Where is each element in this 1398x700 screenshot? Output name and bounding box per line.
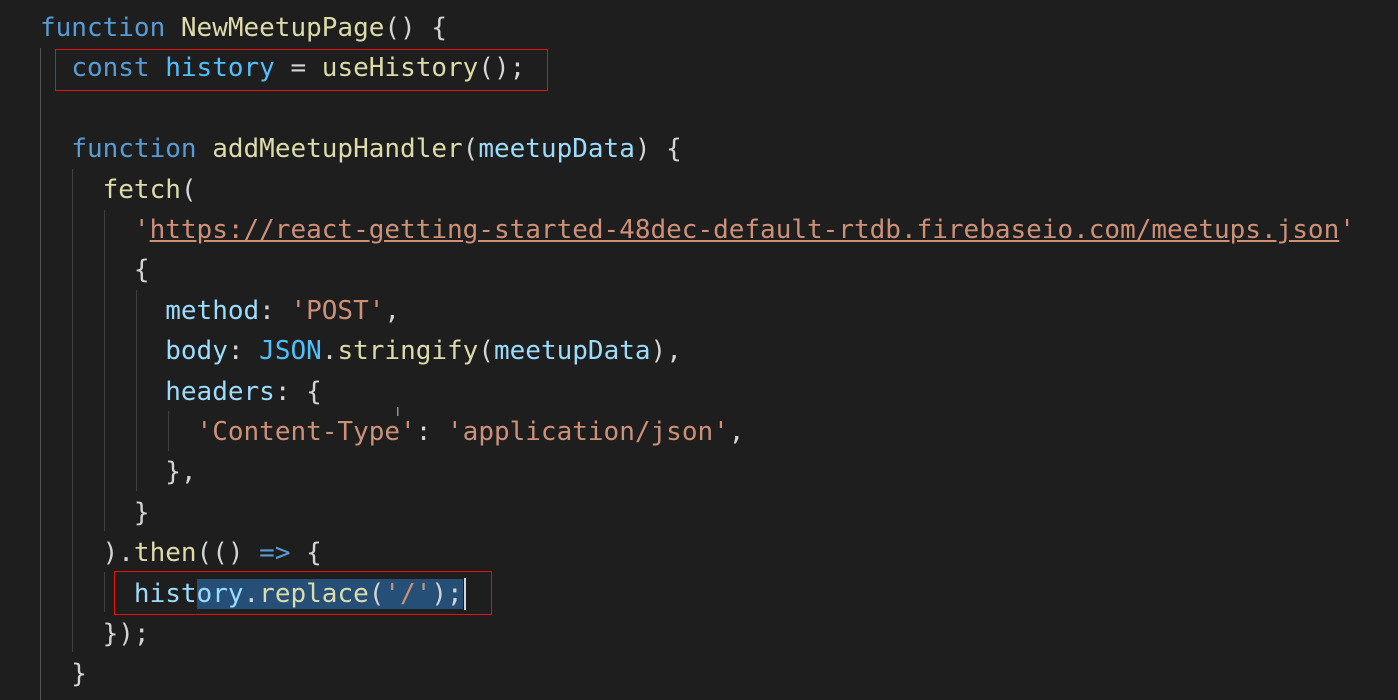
code-token: fetch: [102, 174, 181, 205]
code-token: },: [40, 457, 197, 488]
code-token: :: [227, 336, 260, 367]
code-line[interactable]: },: [40, 452, 197, 492]
code-line[interactable]: {: [40, 250, 150, 290]
code-token: (: [180, 174, 197, 205]
code-token: NewMeetupPage: [180, 13, 385, 43]
code-line[interactable]: }: [40, 493, 150, 533]
code-token: ': [1339, 215, 1355, 245]
code-token: 'Content-Type': [196, 417, 416, 447]
code-token: method: [165, 295, 260, 326]
code-token: (: [462, 134, 479, 165]
code-line[interactable]: body: JSON.stringify(meetupData),: [40, 331, 682, 371]
code-token: ).: [40, 538, 134, 569]
code-token: addMeetupHandler: [212, 134, 463, 165]
code-token: :: [415, 417, 448, 447]
code-token: ': [133, 215, 150, 245]
code-token: https://react-getting-started-48dec-defa…: [149, 215, 1340, 245]
code-line[interactable]: });: [40, 614, 150, 654]
code-line[interactable]: ).then(() => {: [40, 533, 322, 573]
code-line[interactable]: method: 'POST',: [40, 291, 400, 331]
code-token: }: [40, 659, 87, 690]
code-editor[interactable]: function NewMeetupPage() { const history…: [0, 0, 1398, 700]
code-token: 'POST': [290, 295, 385, 326]
code-token: then: [133, 538, 197, 569]
code-token: ,: [728, 417, 745, 447]
code-token: () {: [384, 13, 448, 43]
code-token: }: [40, 497, 150, 528]
code-token: (: [478, 336, 494, 367]
code-token: ) {: [634, 134, 682, 165]
code-token: .: [321, 336, 338, 367]
code-token: meetupData: [494, 336, 651, 367]
code-line[interactable]: function NewMeetupPage() {: [40, 8, 447, 48]
code-line[interactable]: 'Content-Type': 'application/json',: [40, 412, 745, 452]
code-token: stringify: [337, 336, 479, 367]
code-line[interactable]: 'https://react-getting-started-48dec-def…: [40, 210, 1355, 250]
code-token: {: [40, 255, 150, 286]
code-token: ,: [384, 295, 401, 326]
code-line[interactable]: fetch(: [40, 170, 197, 210]
code-token: body: [165, 336, 228, 367]
code-token: meetupData: [478, 134, 635, 165]
code-token: : {: [274, 376, 322, 407]
code-token: 'application/json': [447, 417, 729, 447]
code-token: ((): [196, 538, 260, 569]
code-token: ),: [650, 336, 682, 367]
code-token: {: [290, 538, 322, 569]
code-line[interactable]: function addMeetupHandler(meetupData) {: [40, 129, 682, 169]
code-token: function: [71, 134, 197, 165]
code-token: headers: [165, 376, 275, 407]
code-token: });: [40, 619, 150, 649]
code-line[interactable]: headers: {: [40, 372, 322, 412]
code-line[interactable]: }: [40, 654, 87, 694]
code-token: =>: [259, 538, 291, 569]
code-token: :: [259, 295, 291, 326]
highlight-box-history-replace: [114, 571, 492, 615]
code-token: JSON: [259, 336, 322, 367]
text-cursor-icon: Ⅰ: [396, 405, 400, 419]
highlight-box-use-history: [55, 49, 548, 91]
code-token: function: [40, 13, 166, 43]
